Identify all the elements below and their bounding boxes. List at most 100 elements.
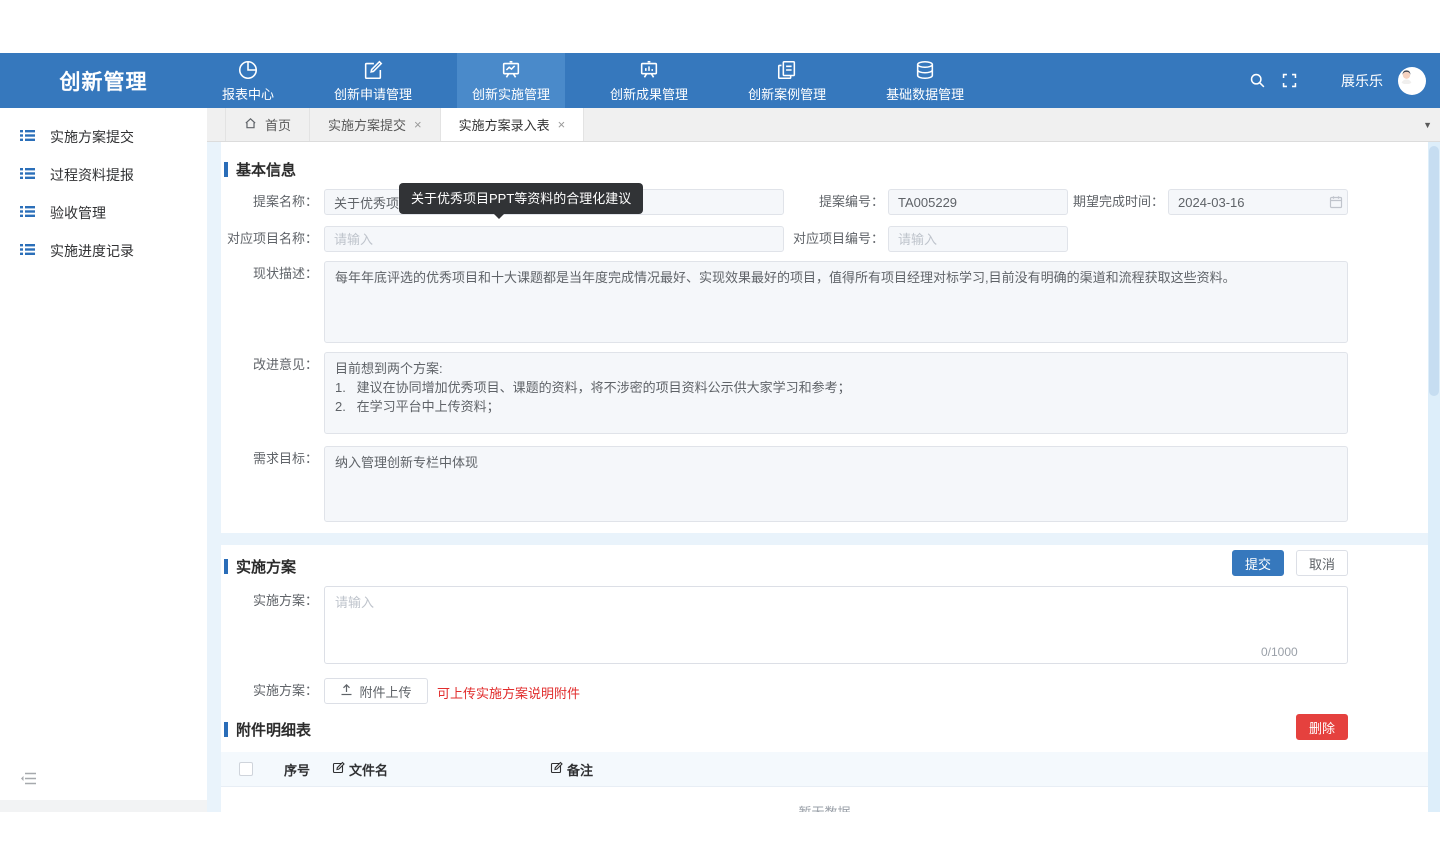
top-nav-right: 展乐乐 bbox=[1249, 53, 1426, 108]
column-header-remark: 备注 bbox=[550, 760, 593, 779]
project-name-input[interactable] bbox=[324, 226, 784, 252]
attachment-label: 实施方案： bbox=[221, 678, 318, 704]
proposal-name-tooltip: 关于优秀项目PPT等资料的合理化建议 bbox=[399, 183, 643, 214]
cancel-button[interactable]: 取消 bbox=[1296, 550, 1348, 576]
column-header-seq: 序号 bbox=[284, 760, 310, 779]
project-no-label: 对应项目编号： bbox=[764, 226, 884, 252]
app-title: 创新管理 bbox=[0, 66, 207, 96]
submit-button[interactable]: 提交 bbox=[1232, 550, 1284, 576]
close-icon[interactable]: × bbox=[558, 117, 566, 132]
nav-item-innovation-results[interactable]: 创新成果管理 bbox=[595, 53, 703, 108]
implementation-section-header: 实施方案 bbox=[224, 556, 296, 577]
section-title: 基本信息 bbox=[236, 159, 296, 180]
section-accent-bar bbox=[224, 559, 228, 574]
top-nav-menu: 报表中心 创新申请管理 创新实施管理 创新成果管理 创新案例管理 基础数据管理 bbox=[207, 53, 1009, 108]
tab-overflow-dropdown[interactable]: ▼ bbox=[1423, 108, 1432, 142]
implementation-card: 实施方案 提交 取消 实施方案： 0/1000 实施方案： 附件上传 可上传实施… bbox=[221, 545, 1428, 812]
pie-chart-icon bbox=[237, 59, 259, 81]
sidebar: 实施方案提交 过程资料提报 验收管理 实施进度记录 bbox=[0, 108, 207, 800]
list-icon bbox=[19, 127, 36, 147]
plan-label: 实施方案： bbox=[221, 588, 318, 614]
target-textarea[interactable]: 纳入管理创新专栏中体现 bbox=[324, 446, 1348, 522]
attachment-table-header: 序号 文件名 备注 bbox=[221, 752, 1428, 787]
tooltip-arrow bbox=[493, 213, 505, 219]
fullscreen-icon[interactable] bbox=[1281, 72, 1298, 89]
list-icon bbox=[19, 241, 36, 261]
tab-label: 首页 bbox=[265, 115, 291, 134]
upload-button-label: 附件上传 bbox=[359, 682, 411, 701]
sidebar-item-acceptance[interactable]: 验收管理 bbox=[0, 194, 207, 232]
sidebar-item-label: 验收管理 bbox=[50, 203, 106, 223]
column-label: 备注 bbox=[567, 760, 593, 779]
database-icon bbox=[914, 59, 936, 81]
nav-item-label: 报表中心 bbox=[222, 84, 274, 103]
sidebar-collapse-icon[interactable] bbox=[20, 770, 37, 792]
column-label: 文件名 bbox=[349, 760, 388, 779]
project-name-label: 对应项目名称： bbox=[221, 226, 318, 252]
status-desc-label: 现状描述： bbox=[221, 261, 318, 287]
select-all-checkbox[interactable] bbox=[239, 762, 253, 776]
section-accent-bar bbox=[224, 722, 228, 737]
nav-item-innovation-apply[interactable]: 创新申请管理 bbox=[319, 53, 427, 108]
sidebar-item-progress-record[interactable]: 实施进度记录 bbox=[0, 232, 207, 270]
top-nav: 创新管理 报表中心 创新申请管理 创新实施管理 创新成果管理 创新案例管理 bbox=[0, 53, 1440, 108]
nav-item-innovation-cases[interactable]: 创新案例管理 bbox=[733, 53, 841, 108]
expected-date-label: 期望完成时间： bbox=[1044, 189, 1164, 215]
section-title: 附件明细表 bbox=[236, 719, 311, 740]
nav-item-label: 创新成果管理 bbox=[610, 84, 688, 103]
target-label: 需求目标： bbox=[221, 446, 318, 472]
attachment-hint: 可上传实施方案说明附件 bbox=[437, 683, 580, 702]
expected-date-input[interactable] bbox=[1168, 189, 1348, 215]
project-no-input[interactable] bbox=[888, 226, 1068, 252]
char-counter: 0/1000 bbox=[1261, 645, 1298, 659]
app-window: 创新管理 报表中心 创新申请管理 创新实施管理 创新成果管理 创新案例管理 bbox=[0, 0, 1440, 860]
sidebar-item-label: 实施方案提交 bbox=[50, 127, 134, 147]
vertical-scrollbar[interactable] bbox=[1428, 142, 1440, 812]
edit-cell-icon bbox=[332, 761, 345, 777]
column-label: 序号 bbox=[284, 760, 310, 779]
table-empty-text: 暂无数据 bbox=[221, 802, 1428, 812]
nav-item-innovation-implementation[interactable]: 创新实施管理 bbox=[457, 53, 565, 108]
sidebar-item-plan-submit[interactable]: 实施方案提交 bbox=[0, 118, 207, 156]
edit-cell-icon bbox=[550, 761, 563, 777]
tab-label: 实施方案提交 bbox=[328, 115, 406, 134]
nav-item-label: 创新申请管理 bbox=[334, 84, 412, 103]
list-icon bbox=[19, 203, 36, 223]
home-icon bbox=[244, 117, 257, 133]
user-name[interactable]: 展乐乐 bbox=[1341, 71, 1383, 91]
proposal-no-input[interactable] bbox=[888, 189, 1068, 215]
tooltip-text: 关于优秀项目PPT等资料的合理化建议 bbox=[411, 191, 631, 206]
sidebar-item-label: 过程资料提报 bbox=[50, 165, 134, 185]
section-title: 实施方案 bbox=[236, 556, 296, 577]
sidebar-item-label: 实施进度记录 bbox=[50, 241, 134, 261]
basic-info-section-header: 基本信息 bbox=[224, 159, 296, 180]
nav-item-base-data[interactable]: 基础数据管理 bbox=[871, 53, 979, 108]
upload-attachment-button[interactable]: 附件上传 bbox=[324, 678, 428, 704]
plan-textarea[interactable] bbox=[324, 586, 1348, 664]
tab-bar: 首页 实施方案提交 × 实施方案录入表 × ▼ bbox=[207, 108, 1440, 142]
scrollbar-thumb[interactable] bbox=[1429, 146, 1439, 396]
section-accent-bar bbox=[224, 162, 228, 177]
improvement-textarea[interactable]: 目前想到两个方案: 1. 建议在协同增加优秀项目、课题的资料，将不涉密的项目资料… bbox=[324, 352, 1348, 434]
avatar[interactable] bbox=[1398, 67, 1426, 95]
proposal-no-label: 提案编号： bbox=[764, 189, 884, 215]
close-icon[interactable]: × bbox=[414, 117, 422, 132]
delete-button[interactable]: 删除 bbox=[1296, 714, 1348, 740]
nav-item-label: 创新案例管理 bbox=[748, 84, 826, 103]
upload-icon bbox=[340, 683, 353, 699]
attachment-table-section-header: 附件明细表 bbox=[224, 719, 311, 740]
tab-label: 实施方案录入表 bbox=[459, 115, 550, 134]
tab-plan-submit[interactable]: 实施方案提交 × bbox=[310, 108, 441, 141]
tab-home[interactable]: 首页 bbox=[225, 108, 310, 141]
improvement-label: 改进意见： bbox=[221, 352, 318, 378]
documents-icon bbox=[776, 59, 798, 81]
edit-icon bbox=[362, 59, 384, 81]
nav-item-report-center[interactable]: 报表中心 bbox=[207, 53, 289, 108]
search-icon[interactable] bbox=[1249, 72, 1266, 89]
basic-info-card: 基本信息 提案名称： 提案编号： 期望完成时间： 关于优秀项目PPT等资料的合理… bbox=[221, 142, 1428, 533]
sidebar-item-process-report[interactable]: 过程资料提报 bbox=[0, 156, 207, 194]
tab-plan-entry-form[interactable]: 实施方案录入表 × bbox=[441, 108, 585, 141]
presentation-bar-chart-icon bbox=[638, 59, 660, 81]
status-desc-textarea[interactable]: 每年年底评选的优秀项目和十大课题都是当年度完成情况最好、实现效果最好的项目，值得… bbox=[324, 261, 1348, 343]
nav-item-label: 创新实施管理 bbox=[472, 84, 550, 103]
